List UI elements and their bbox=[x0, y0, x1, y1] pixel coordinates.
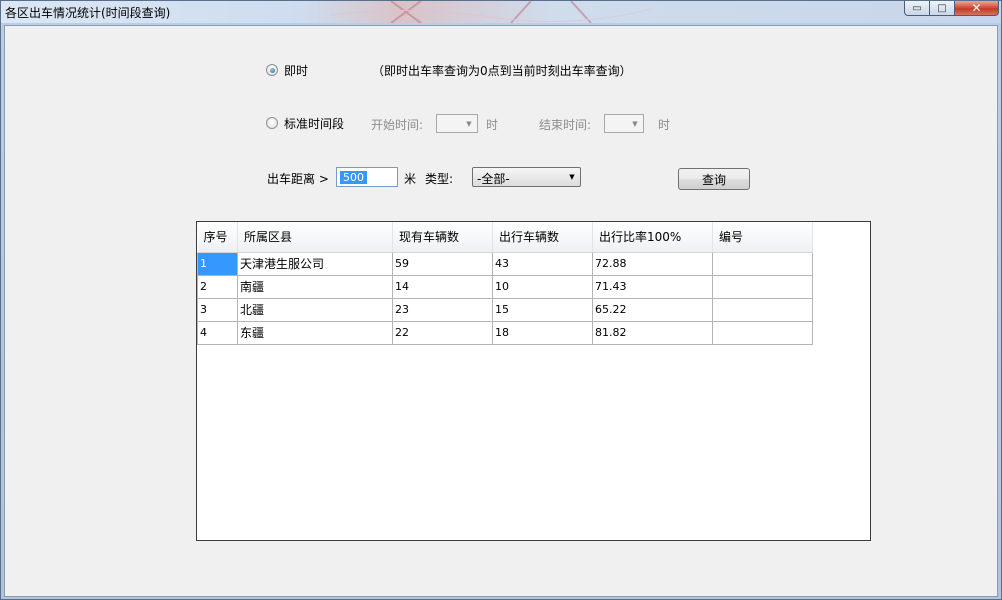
cell-travel-ratio[interactable]: 81.82 bbox=[592, 320, 713, 345]
client-area: 即时 （即时出车率查询为0点到当前时刻出车率查询） 标准时间段 开始时间: ▼ … bbox=[4, 25, 998, 597]
type-select[interactable]: -全部- ▼ bbox=[472, 167, 581, 187]
start-hour-select[interactable]: ▼ bbox=[436, 114, 478, 133]
period-label[interactable]: 标准时间段 bbox=[284, 115, 344, 132]
start-time-label: 开始时间: bbox=[371, 118, 424, 132]
period-radio[interactable] bbox=[266, 117, 278, 129]
cell-district[interactable]: 南疆 bbox=[237, 274, 393, 299]
results-grid[interactable]: 序号 所属区县 现有车辆数 出行车辆数 出行比率100% 编号 1 天津港生服公… bbox=[196, 221, 871, 541]
close-icon: ✕ bbox=[971, 1, 982, 15]
table-row[interactable]: 2 南疆 14 10 71.43 bbox=[197, 274, 813, 299]
window-controls: ▭ □ ✕ bbox=[904, 1, 999, 16]
table-row[interactable]: 3 北疆 23 15 65.22 bbox=[197, 297, 813, 322]
minimize-button[interactable]: ▭ bbox=[904, 1, 930, 16]
cell-existing-vehicles[interactable]: 22 bbox=[392, 320, 493, 345]
cell-travel-vehicles[interactable]: 15 bbox=[492, 297, 593, 322]
distance-unit: 米 bbox=[404, 172, 417, 186]
maximize-button[interactable]: □ bbox=[930, 1, 955, 16]
instant-note: （即时出车率查询为0点到当前时刻出车率查询） bbox=[372, 64, 632, 78]
cell-index[interactable]: 1 bbox=[197, 251, 238, 276]
table-row[interactable]: 1 天津港生服公司 59 43 72.88 bbox=[197, 251, 813, 276]
query-button[interactable]: 查询 bbox=[678, 168, 750, 190]
cell-travel-vehicles[interactable]: 43 bbox=[492, 251, 593, 276]
cell-travel-ratio[interactable]: 65.22 bbox=[592, 297, 713, 322]
column-header-index[interactable]: 序号 bbox=[197, 222, 238, 253]
titlebar-decoration bbox=[331, 1, 651, 23]
end-time-label: 结束时间: bbox=[539, 118, 592, 132]
close-button[interactable]: ✕ bbox=[955, 1, 999, 16]
column-header-code[interactable]: 编号 bbox=[712, 222, 813, 253]
distance-value: 500 bbox=[340, 171, 367, 184]
column-header-travel-ratio[interactable]: 出行比率100% bbox=[592, 222, 713, 253]
cell-code[interactable] bbox=[712, 274, 813, 299]
column-header-travel-vehicles[interactable]: 出行车辆数 bbox=[492, 222, 593, 253]
app-window: 各区出车情况统计(时间段查询) ▭ □ ✕ 即时 （即时出车率查询为0点到当前时… bbox=[0, 0, 1002, 600]
cell-index[interactable]: 4 bbox=[197, 320, 238, 345]
cell-existing-vehicles[interactable]: 14 bbox=[392, 274, 493, 299]
cell-district[interactable]: 东疆 bbox=[237, 320, 393, 345]
column-header-existing-vehicles[interactable]: 现有车辆数 bbox=[392, 222, 493, 253]
end-hour-select[interactable]: ▼ bbox=[604, 114, 644, 133]
chevron-down-icon: ▼ bbox=[632, 119, 638, 128]
cell-code[interactable] bbox=[712, 297, 813, 322]
window-title: 各区出车情况统计(时间段查询) bbox=[5, 6, 171, 20]
type-value: -全部- bbox=[477, 172, 510, 186]
distance-label: 出车距离 > bbox=[267, 172, 329, 186]
chevron-down-icon: ▼ bbox=[466, 119, 472, 128]
start-hour-unit: 时 bbox=[486, 118, 499, 132]
distance-input[interactable]: 500 bbox=[336, 167, 398, 187]
cell-index[interactable]: 2 bbox=[197, 274, 238, 299]
end-hour-unit: 时 bbox=[658, 118, 671, 132]
type-label: 类型: bbox=[425, 172, 454, 186]
cell-district[interactable]: 天津港生服公司 bbox=[237, 251, 393, 276]
table-header-row: 序号 所属区县 现有车辆数 出行车辆数 出行比率100% 编号 bbox=[197, 222, 813, 253]
cell-travel-ratio[interactable]: 72.88 bbox=[592, 251, 713, 276]
cell-code[interactable] bbox=[712, 320, 813, 345]
cell-existing-vehicles[interactable]: 59 bbox=[392, 251, 493, 276]
maximize-icon: □ bbox=[937, 2, 947, 14]
cell-travel-vehicles[interactable]: 10 bbox=[492, 274, 593, 299]
table-row[interactable]: 4 东疆 22 18 81.82 bbox=[197, 320, 813, 345]
results-table: 序号 所属区县 现有车辆数 出行车辆数 出行比率100% 编号 1 天津港生服公… bbox=[197, 222, 813, 345]
query-button-label: 查询 bbox=[701, 172, 726, 187]
cell-index[interactable]: 3 bbox=[197, 297, 238, 322]
cell-existing-vehicles[interactable]: 23 bbox=[392, 297, 493, 322]
chevron-down-icon: ▼ bbox=[569, 172, 575, 181]
cell-code[interactable] bbox=[712, 251, 813, 276]
cell-travel-ratio[interactable]: 71.43 bbox=[592, 274, 713, 299]
cell-district[interactable]: 北疆 bbox=[237, 297, 393, 322]
cell-travel-vehicles[interactable]: 18 bbox=[492, 320, 593, 345]
instant-radio[interactable] bbox=[266, 64, 278, 76]
column-header-district[interactable]: 所属区县 bbox=[237, 222, 393, 253]
minimize-icon: ▭ bbox=[912, 2, 922, 14]
title-bar[interactable]: 各区出车情况统计(时间段查询) ▭ □ ✕ bbox=[1, 1, 1001, 23]
instant-label[interactable]: 即时 bbox=[284, 62, 308, 79]
